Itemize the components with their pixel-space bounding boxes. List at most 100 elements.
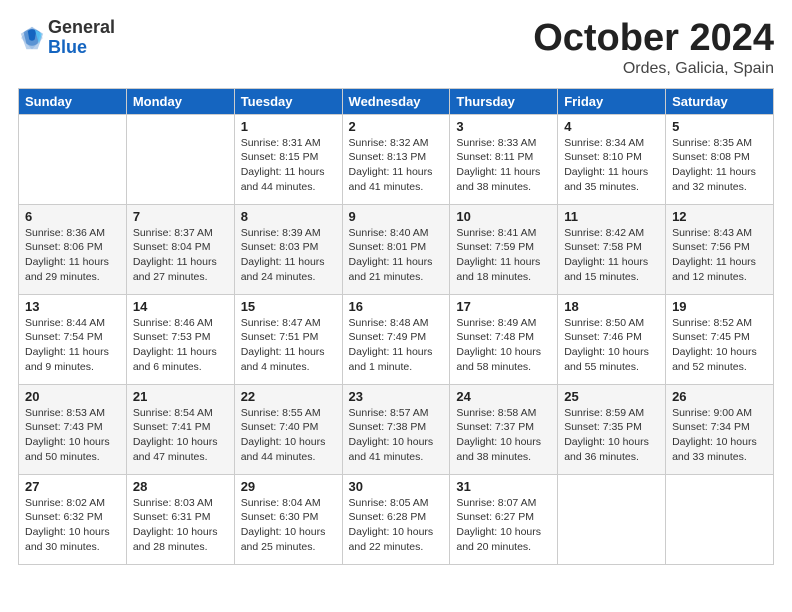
day-info: Sunrise: 8:58 AM Sunset: 7:37 PM Dayligh… bbox=[456, 406, 551, 465]
sunset-text: Sunset: 8:13 PM bbox=[349, 151, 427, 163]
logo-text: General Blue bbox=[48, 18, 115, 58]
sunset-text: Sunset: 6:27 PM bbox=[456, 511, 534, 523]
day-number: 25 bbox=[564, 389, 659, 404]
day-number: 23 bbox=[349, 389, 444, 404]
day-info: Sunrise: 8:47 AM Sunset: 7:51 PM Dayligh… bbox=[241, 316, 336, 375]
sunset-text: Sunset: 7:59 PM bbox=[456, 241, 534, 253]
table-row: 1 Sunrise: 8:31 AM Sunset: 8:15 PM Dayli… bbox=[234, 114, 342, 204]
day-number: 30 bbox=[349, 479, 444, 494]
day-number: 7 bbox=[133, 209, 228, 224]
sunrise-text: Sunrise: 8:02 AM bbox=[25, 497, 105, 509]
daylight-text: Daylight: 10 hours and 20 minutes. bbox=[456, 526, 541, 553]
sunset-text: Sunset: 7:49 PM bbox=[349, 331, 427, 343]
table-row: 20 Sunrise: 8:53 AM Sunset: 7:43 PM Dayl… bbox=[19, 384, 127, 474]
day-number: 2 bbox=[349, 119, 444, 134]
sunrise-text: Sunrise: 8:41 AM bbox=[456, 227, 536, 239]
sunset-text: Sunset: 7:54 PM bbox=[25, 331, 103, 343]
calendar-header-row: Sunday Monday Tuesday Wednesday Thursday… bbox=[19, 88, 774, 114]
day-info: Sunrise: 8:53 AM Sunset: 7:43 PM Dayligh… bbox=[25, 406, 120, 465]
sunset-text: Sunset: 7:45 PM bbox=[672, 331, 750, 343]
day-number: 12 bbox=[672, 209, 767, 224]
sunset-text: Sunset: 7:37 PM bbox=[456, 421, 534, 433]
table-row: 11 Sunrise: 8:42 AM Sunset: 7:58 PM Dayl… bbox=[558, 204, 666, 294]
sunrise-text: Sunrise: 8:40 AM bbox=[349, 227, 429, 239]
sunset-text: Sunset: 6:30 PM bbox=[241, 511, 319, 523]
day-number: 10 bbox=[456, 209, 551, 224]
sunset-text: Sunset: 7:53 PM bbox=[133, 331, 211, 343]
day-info: Sunrise: 8:39 AM Sunset: 8:03 PM Dayligh… bbox=[241, 226, 336, 285]
daylight-text: Daylight: 11 hours and 21 minutes. bbox=[349, 256, 433, 283]
day-number: 9 bbox=[349, 209, 444, 224]
logo: General Blue bbox=[18, 18, 115, 58]
sunrise-text: Sunrise: 8:34 AM bbox=[564, 137, 644, 149]
location: Ordes, Galicia, Spain bbox=[533, 60, 774, 78]
daylight-text: Daylight: 11 hours and 18 minutes. bbox=[456, 256, 540, 283]
daylight-text: Daylight: 11 hours and 29 minutes. bbox=[25, 256, 109, 283]
day-number: 27 bbox=[25, 479, 120, 494]
col-saturday: Saturday bbox=[666, 88, 774, 114]
sunset-text: Sunset: 6:31 PM bbox=[133, 511, 211, 523]
col-friday: Friday bbox=[558, 88, 666, 114]
daylight-text: Daylight: 11 hours and 35 minutes. bbox=[564, 166, 648, 193]
sunset-text: Sunset: 8:15 PM bbox=[241, 151, 319, 163]
table-row: 28 Sunrise: 8:03 AM Sunset: 6:31 PM Dayl… bbox=[126, 474, 234, 564]
sunset-text: Sunset: 7:41 PM bbox=[133, 421, 211, 433]
table-row: 12 Sunrise: 8:43 AM Sunset: 7:56 PM Dayl… bbox=[666, 204, 774, 294]
day-number: 20 bbox=[25, 389, 120, 404]
sunrise-text: Sunrise: 8:43 AM bbox=[672, 227, 752, 239]
col-thursday: Thursday bbox=[450, 88, 558, 114]
day-info: Sunrise: 8:35 AM Sunset: 8:08 PM Dayligh… bbox=[672, 136, 767, 195]
sunrise-text: Sunrise: 8:07 AM bbox=[456, 497, 536, 509]
sunset-text: Sunset: 7:46 PM bbox=[564, 331, 642, 343]
table-row: 10 Sunrise: 8:41 AM Sunset: 7:59 PM Dayl… bbox=[450, 204, 558, 294]
daylight-text: Daylight: 11 hours and 4 minutes. bbox=[241, 346, 325, 373]
day-info: Sunrise: 8:37 AM Sunset: 8:04 PM Dayligh… bbox=[133, 226, 228, 285]
sunrise-text: Sunrise: 8:52 AM bbox=[672, 317, 752, 329]
day-number: 29 bbox=[241, 479, 336, 494]
daylight-text: Daylight: 10 hours and 47 minutes. bbox=[133, 436, 218, 463]
day-info: Sunrise: 8:49 AM Sunset: 7:48 PM Dayligh… bbox=[456, 316, 551, 375]
daylight-text: Daylight: 10 hours and 58 minutes. bbox=[456, 346, 541, 373]
daylight-text: Daylight: 10 hours and 33 minutes. bbox=[672, 436, 757, 463]
sunrise-text: Sunrise: 8:47 AM bbox=[241, 317, 321, 329]
calendar-week-row: 27 Sunrise: 8:02 AM Sunset: 6:32 PM Dayl… bbox=[19, 474, 774, 564]
sunrise-text: Sunrise: 8:32 AM bbox=[349, 137, 429, 149]
daylight-text: Daylight: 10 hours and 38 minutes. bbox=[456, 436, 541, 463]
day-number: 6 bbox=[25, 209, 120, 224]
daylight-text: Daylight: 11 hours and 38 minutes. bbox=[456, 166, 540, 193]
sunrise-text: Sunrise: 8:42 AM bbox=[564, 227, 644, 239]
table-row: 4 Sunrise: 8:34 AM Sunset: 8:10 PM Dayli… bbox=[558, 114, 666, 204]
daylight-text: Daylight: 10 hours and 30 minutes. bbox=[25, 526, 110, 553]
table-row: 31 Sunrise: 8:07 AM Sunset: 6:27 PM Dayl… bbox=[450, 474, 558, 564]
daylight-text: Daylight: 11 hours and 44 minutes. bbox=[241, 166, 325, 193]
sunset-text: Sunset: 8:10 PM bbox=[564, 151, 642, 163]
table-row bbox=[19, 114, 127, 204]
daylight-text: Daylight: 10 hours and 28 minutes. bbox=[133, 526, 218, 553]
sunrise-text: Sunrise: 8:54 AM bbox=[133, 407, 213, 419]
table-row bbox=[666, 474, 774, 564]
table-row: 16 Sunrise: 8:48 AM Sunset: 7:49 PM Dayl… bbox=[342, 294, 450, 384]
table-row: 23 Sunrise: 8:57 AM Sunset: 7:38 PM Dayl… bbox=[342, 384, 450, 474]
day-info: Sunrise: 8:07 AM Sunset: 6:27 PM Dayligh… bbox=[456, 496, 551, 555]
day-number: 16 bbox=[349, 299, 444, 314]
sunrise-text: Sunrise: 8:37 AM bbox=[133, 227, 213, 239]
day-info: Sunrise: 8:34 AM Sunset: 8:10 PM Dayligh… bbox=[564, 136, 659, 195]
sunrise-text: Sunrise: 8:05 AM bbox=[349, 497, 429, 509]
sunrise-text: Sunrise: 8:04 AM bbox=[241, 497, 321, 509]
table-row: 17 Sunrise: 8:49 AM Sunset: 7:48 PM Dayl… bbox=[450, 294, 558, 384]
calendar-week-row: 6 Sunrise: 8:36 AM Sunset: 8:06 PM Dayli… bbox=[19, 204, 774, 294]
table-row: 3 Sunrise: 8:33 AM Sunset: 8:11 PM Dayli… bbox=[450, 114, 558, 204]
day-number: 22 bbox=[241, 389, 336, 404]
daylight-text: Daylight: 10 hours and 41 minutes. bbox=[349, 436, 434, 463]
day-info: Sunrise: 8:36 AM Sunset: 8:06 PM Dayligh… bbox=[25, 226, 120, 285]
day-number: 18 bbox=[564, 299, 659, 314]
col-monday: Monday bbox=[126, 88, 234, 114]
logo-icon bbox=[18, 24, 46, 52]
sunset-text: Sunset: 8:08 PM bbox=[672, 151, 750, 163]
table-row: 6 Sunrise: 8:36 AM Sunset: 8:06 PM Dayli… bbox=[19, 204, 127, 294]
col-tuesday: Tuesday bbox=[234, 88, 342, 114]
day-number: 5 bbox=[672, 119, 767, 134]
sunset-text: Sunset: 6:32 PM bbox=[25, 511, 103, 523]
day-number: 17 bbox=[456, 299, 551, 314]
sunrise-text: Sunrise: 8:39 AM bbox=[241, 227, 321, 239]
